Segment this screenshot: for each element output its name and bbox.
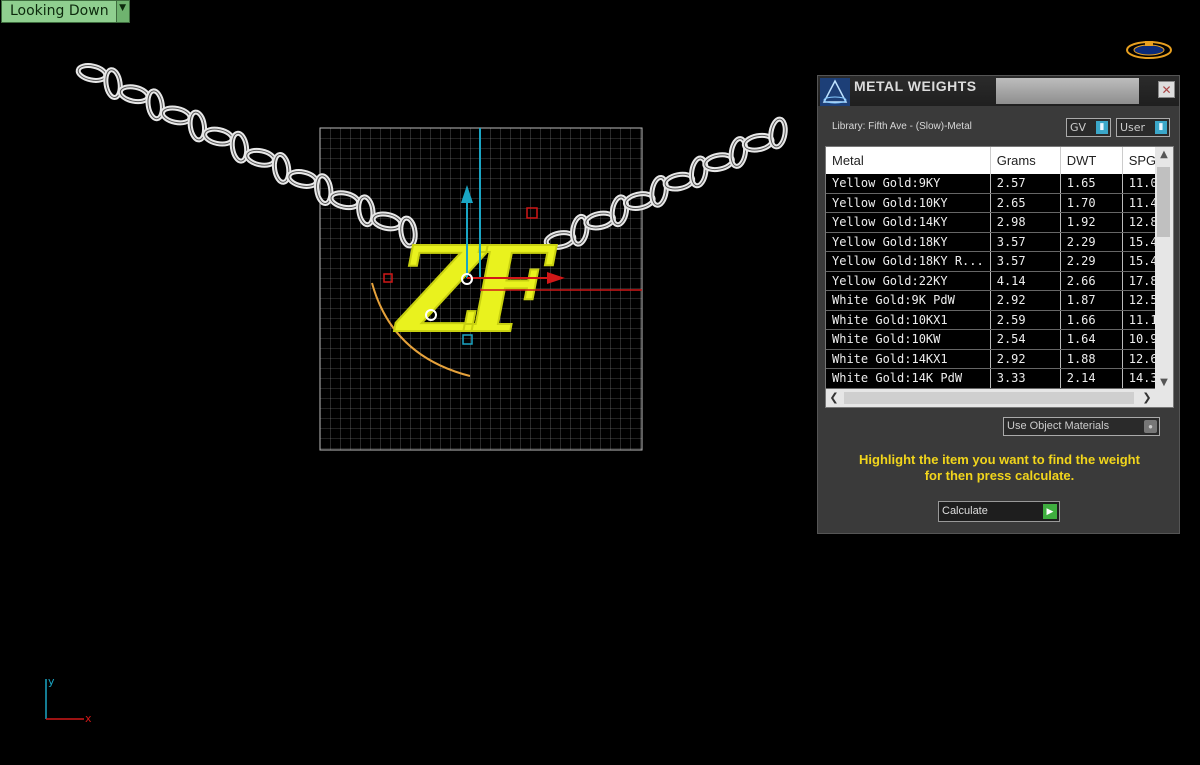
cell-metal: Yellow Gold:18KY R...	[826, 251, 991, 272]
close-icon[interactable]: ✕	[1158, 81, 1175, 98]
cell-metal: Yellow Gold:10KY	[826, 193, 991, 213]
table-row[interactable]: Yellow Gold:9KY 2.57 1.65 11.08	[826, 174, 1173, 194]
cell-grams: 2.57	[990, 174, 1061, 194]
user-dropdown-value: User	[1120, 121, 1146, 134]
table-row[interactable]: White Gold:10KW 2.54 1.64 10.99	[826, 329, 1173, 350]
table-row[interactable]: Yellow Gold:14KY 2.98 1.92 12.88	[826, 212, 1173, 233]
gemvision-logo-icon	[1126, 41, 1172, 59]
cell-dwt: 1.70	[1060, 193, 1123, 213]
cell-grams: 2.59	[990, 310, 1061, 330]
metal-weights-table: Metal Grams DWT SPG Yellow Gold:9KY 2.57 1…	[826, 147, 1173, 389]
triad-x-label: x	[85, 712, 92, 725]
instruction-line-1: Highlight the item you want to find the …	[859, 452, 1140, 467]
cell-grams: 2.92	[990, 290, 1061, 311]
cell-metal: Yellow Gold:14KY	[826, 212, 991, 233]
titlebar-fill	[996, 78, 1139, 104]
cell-grams: 3.57	[990, 232, 1061, 252]
table-row[interactable]: White Gold:10KX1 2.59 1.66 11.18	[826, 310, 1173, 330]
cell-dwt: 1.92	[1060, 212, 1123, 233]
table-row[interactable]: Yellow Gold:18KY R... 3.57 2.29 15.42	[826, 251, 1173, 272]
calculate-button[interactable]: Calculate ▶	[938, 501, 1060, 522]
cell-grams: 2.92	[990, 349, 1061, 369]
cell-metal: White Gold:14K PdW	[826, 368, 991, 389]
chevron-down-icon: ▮	[1155, 121, 1167, 134]
cell-metal: White Gold:10KX1	[826, 310, 991, 330]
cell-dwt: 1.66	[1060, 310, 1123, 330]
column-header-metal[interactable]: Metal	[826, 147, 991, 174]
table-row[interactable]: White Gold:9K PdW 2.92 1.87 12.59	[826, 290, 1173, 311]
table-row[interactable]: White Gold:14K PdW 3.33 2.14 14.37	[826, 368, 1173, 389]
cell-dwt: 1.88	[1060, 349, 1123, 369]
vertical-scrollbar[interactable]: ▲ ▼	[1155, 147, 1173, 391]
h-scroll-thumb[interactable]	[844, 392, 1134, 404]
cell-dwt: 1.64	[1060, 329, 1123, 350]
cell-metal: Yellow Gold:22KY	[826, 271, 991, 291]
table-row[interactable]: Yellow Gold:22KY 4.14 2.66 17.89	[826, 271, 1173, 291]
scroll-thumb[interactable]	[1157, 167, 1170, 237]
cell-dwt: 2.29	[1060, 232, 1123, 252]
use-object-materials-checkbox[interactable]: Use Object Materials ●	[1003, 417, 1160, 436]
instruction-line-2: for then press calculate.	[924, 468, 1075, 483]
cell-grams: 3.57	[990, 251, 1061, 272]
cell-dwt: 2.29	[1060, 251, 1123, 272]
panel-titlebar[interactable]: METAL WEIGHTS ✕	[818, 76, 1179, 106]
column-header-grams[interactable]: Grams	[990, 147, 1061, 174]
view-label-text: Looking Down	[10, 3, 109, 19]
view-label[interactable]: Looking Down ▼	[1, 0, 130, 23]
cell-metal: White Gold:10KW	[826, 329, 991, 350]
user-dropdown[interactable]: User ▮	[1116, 118, 1170, 137]
panel-title: METAL WEIGHTS	[854, 78, 977, 94]
cell-dwt: 2.14	[1060, 368, 1123, 389]
cell-grams: 3.33	[990, 368, 1061, 389]
cell-metal: Yellow Gold:9KY	[826, 174, 991, 194]
horizontal-scrollbar[interactable]: ❮ ❯	[826, 389, 1173, 407]
scroll-up-icon[interactable]: ▲	[1155, 147, 1173, 163]
chevron-down-icon[interactable]: ▼	[115, 1, 129, 22]
cell-grams: 2.65	[990, 193, 1061, 213]
axis-triad: y x	[45, 675, 92, 725]
table-row[interactable]: Yellow Gold:10KY 2.65 1.70 11.45	[826, 193, 1173, 213]
chevron-down-icon: ▮	[1096, 121, 1108, 134]
cell-metal: White Gold:14KX1	[826, 349, 991, 369]
use-object-materials-label: Use Object Materials	[1007, 420, 1110, 432]
cell-metal: White Gold:9K PdW	[826, 290, 991, 311]
cell-grams: 2.54	[990, 329, 1061, 350]
cell-dwt: 2.66	[1060, 271, 1123, 291]
metal-table[interactable]: Metal Grams DWT SPG Yellow Gold:9KY 2.57 1…	[825, 146, 1174, 408]
table-header-row: Metal Grams DWT SPG	[826, 147, 1173, 174]
play-icon: ▶	[1043, 504, 1057, 519]
table-row[interactable]: White Gold:14KX1 2.92 1.88 12.61	[826, 349, 1173, 369]
checkbox-icon: ●	[1144, 420, 1157, 433]
instruction-text: Highlight the item you want to find the …	[828, 452, 1171, 484]
app-logo-icon	[820, 78, 850, 106]
library-label: Library: Fifth Ave - (Slow)-Metal	[832, 121, 972, 132]
cell-dwt: 1.87	[1060, 290, 1123, 311]
cell-dwt: 1.65	[1060, 174, 1123, 194]
gv-dropdown-value: GV	[1070, 121, 1087, 134]
triad-y-label: y	[48, 675, 55, 688]
table-row[interactable]: Yellow Gold:18KY 3.57 2.29 15.42	[826, 232, 1173, 252]
cell-grams: 4.14	[990, 271, 1061, 291]
metal-weights-panel[interactable]: METAL WEIGHTS ✕ Library: Fifth Ave - (Sl…	[817, 75, 1180, 534]
cell-metal: Yellow Gold:18KY	[826, 232, 991, 252]
scroll-right-icon[interactable]: ❯	[1139, 389, 1155, 407]
calculate-label: Calculate	[942, 505, 988, 517]
cell-grams: 2.98	[990, 212, 1061, 233]
scroll-left-icon[interactable]: ❮	[826, 389, 842, 407]
column-header-dwt[interactable]: DWT	[1060, 147, 1123, 174]
gv-dropdown[interactable]: GV ▮	[1066, 118, 1111, 137]
